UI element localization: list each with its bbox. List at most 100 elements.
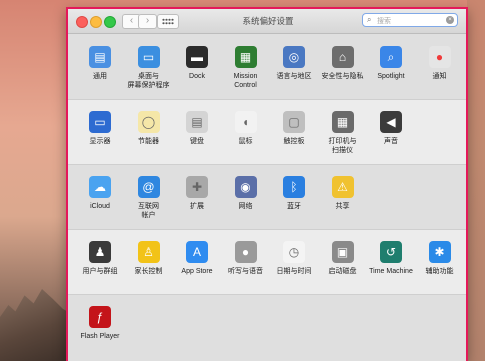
pref-app-store[interactable]: A App Store (171, 241, 223, 276)
titlebar: ‹ › 系统偏好设置 ⌕ 搜索 × (68, 9, 466, 34)
displays-icon: ▭ (89, 111, 111, 133)
search-field[interactable]: ⌕ 搜索 × (362, 13, 458, 27)
pref-label: 键盘 (190, 138, 204, 145)
bluetooth-icon: ᛒ (283, 176, 305, 198)
pref-icloud[interactable]: ☁ iCloud (74, 176, 126, 211)
network-icon: ◉ (234, 176, 257, 198)
pref-bluetooth[interactable]: ᛒ 蓝牙 (268, 176, 320, 211)
time-machine-icon: ↺ (380, 241, 402, 263)
pref-label: Mission Control (233, 73, 258, 89)
pref-label: 辅助功能 (425, 268, 454, 275)
accessibility-icon: ✱ (428, 241, 451, 263)
parental-controls-icon: ♙ (137, 241, 160, 263)
pref-notifications[interactable]: ● 通知 (414, 46, 466, 81)
pref-language-region[interactable]: ◎ 语言与地区 (268, 46, 320, 81)
icloud-icon: ☁ (89, 176, 111, 198)
security-privacy-icon: ⌂ (331, 46, 354, 68)
pref-date-time[interactable]: ◷ 日期与时间 (268, 241, 320, 276)
close-window-button[interactable] (76, 16, 88, 28)
row-separator (68, 294, 466, 295)
pref-label: 听写与语音 (228, 268, 263, 275)
minimize-window-button[interactable] (90, 16, 102, 28)
pref-accessibility[interactable]: ✱ 辅助功能 (414, 241, 466, 276)
internet-accounts-icon: @ (137, 176, 160, 198)
pref-flash-player[interactable]: ƒ Flash Player (74, 306, 126, 341)
pref-internet-accounts[interactable]: @ 互联网 帐户 (123, 176, 175, 220)
row-separator (68, 164, 466, 165)
system-preferences-window: ‹ › 系统偏好设置 ⌕ 搜索 × ▤ 通用 ▭ 桌面与 屏幕保护程序 ▬ Dock ▦ Mi… (66, 7, 468, 361)
pref-label: Flash Player (80, 333, 120, 340)
pref-spotlight[interactable]: ⌕ Spotlight (365, 46, 417, 81)
pref-label: 日期与时间 (276, 268, 312, 275)
pref-label: 触控板 (283, 138, 305, 145)
pref-label: 通用 (93, 73, 107, 80)
forward-button[interactable]: › (138, 14, 157, 29)
row-separator (68, 99, 466, 100)
pref-keyboard[interactable]: ▤ 键盘 (171, 111, 223, 146)
dictation-speech-icon: ● (234, 241, 257, 263)
show-all-button[interactable] (157, 14, 179, 29)
notifications-icon: ● (428, 46, 451, 68)
pref-dictation-speech[interactable]: ● 听写与语音 (220, 241, 272, 276)
pref-label: 鼠标 (238, 138, 253, 145)
pref-energy-saver[interactable]: ◯ 节能器 (123, 111, 175, 146)
pref-label: iCloud (90, 203, 110, 210)
pref-printers-scanners[interactable]: ▦ 打印机与 扫描仪 (317, 111, 369, 155)
pref-label: 启动磁盘 (328, 268, 357, 275)
pref-time-machine[interactable]: ↺ Time Machine (365, 241, 417, 276)
search-icon: ⌕ (367, 15, 372, 24)
users-groups-icon: ♟ (89, 241, 111, 263)
preferences-row: ƒ Flash Player (68, 294, 466, 361)
pref-mouse[interactable]: ◖ 鼠标 (220, 111, 272, 146)
pref-extensions[interactable]: ✚ 扩展 (171, 176, 223, 211)
pref-label: 打印机与 扫描仪 (328, 138, 357, 154)
pref-parental-controls[interactable]: ♙ 家长控制 (123, 241, 175, 276)
pref-label: 扩展 (190, 203, 204, 210)
preferences-row: ☁ iCloud @ 互联网 帐户 ✚ 扩展 ◉ 网络 ᛒ 蓝牙 ⚠ 共享 (68, 164, 466, 229)
energy-saver-icon: ◯ (137, 111, 160, 133)
grid-icon (162, 18, 174, 25)
pref-desktop-screensaver[interactable]: ▭ 桌面与 屏幕保护程序 (123, 46, 175, 90)
language-region-icon: ◎ (283, 46, 305, 68)
pref-label: Time Machine (369, 268, 413, 275)
pref-label: 通知 (432, 73, 447, 80)
pref-label: 互联网 帐户 (138, 203, 159, 219)
general-icon: ▤ (89, 46, 111, 68)
printers-scanners-icon: ▦ (331, 111, 354, 133)
pref-label: 显示器 (89, 138, 111, 145)
preferences-row: ▭ 显示器 ◯ 节能器 ▤ 键盘 ◖ 鼠标 ▢ 触控板 ▦ 打印机与 扫描仪 ◀ 声音 (68, 99, 466, 164)
pref-label: 安全性与隐私 (321, 73, 364, 80)
pref-displays[interactable]: ▭ 显示器 (74, 111, 126, 146)
wallpaper-mountain (0, 289, 70, 361)
extensions-icon: ✚ (186, 176, 208, 198)
zoom-window-button[interactable] (104, 16, 116, 28)
pref-sound[interactable]: ◀ 声音 (365, 111, 417, 146)
preferences-row: ♟ 用户与群组 ♙ 家长控制 A App Store ● 听写与语音 ◷ 日期与时间 ▣ 启动磁盘 ↺ T… (68, 229, 466, 294)
pref-label: 节能器 (138, 138, 159, 145)
pref-mission-control[interactable]: ▦ Mission Control (220, 46, 272, 90)
pref-label: 声音 (384, 138, 398, 145)
pref-label: Dock (189, 73, 205, 80)
trackpad-icon: ▢ (283, 111, 305, 133)
startup-disk-icon: ▣ (331, 241, 354, 263)
sound-icon: ◀ (380, 111, 402, 133)
pref-sharing[interactable]: ⚠ 共享 (317, 176, 369, 211)
dock-icon: ▬ (186, 46, 208, 68)
row-separator (68, 229, 466, 230)
pref-startup-disk[interactable]: ▣ 启动磁盘 (317, 241, 369, 276)
pref-general[interactable]: ▤ 通用 (74, 46, 126, 81)
clear-icon[interactable]: × (446, 16, 454, 24)
window-title: 系统偏好设置 (242, 16, 294, 26)
pref-dock[interactable]: ▬ Dock (171, 46, 223, 81)
pref-network[interactable]: ◉ 网络 (220, 176, 272, 211)
pref-label: App Store (181, 268, 213, 275)
pref-users-groups[interactable]: ♟ 用户与群组 (74, 241, 126, 276)
pref-trackpad[interactable]: ▢ 触控板 (268, 111, 320, 146)
desktop-wallpaper-right (467, 0, 485, 361)
pref-label: Spotlight (377, 73, 405, 80)
keyboard-icon: ▤ (186, 111, 208, 133)
date-time-icon: ◷ (283, 241, 305, 263)
pref-security-privacy[interactable]: ⌂ 安全性与隐私 (317, 46, 369, 81)
preferences-row: ▤ 通用 ▭ 桌面与 屏幕保护程序 ▬ Dock ▦ Mission Control ◎ 语言与地… (68, 34, 466, 99)
sharing-icon: ⚠ (331, 176, 354, 198)
